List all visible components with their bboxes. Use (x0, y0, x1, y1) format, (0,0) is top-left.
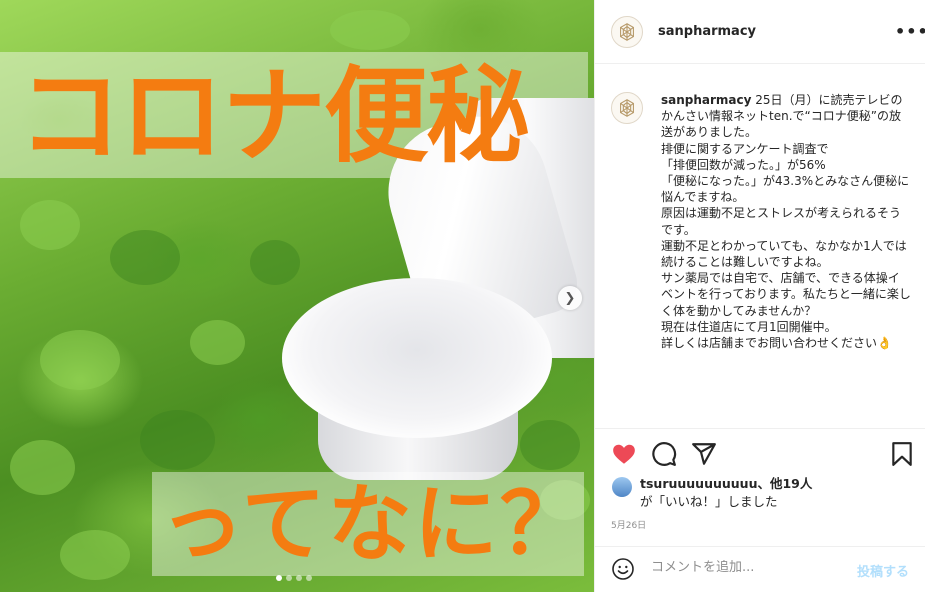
post-sidebar: sanpharmacy ••• sanpharmacy 25日（月）に読売テレビ… (594, 0, 925, 592)
likes-summary: tsuruuuuuuuuuu、他19人が「いいね！」しました (640, 475, 910, 511)
clover-leaf (60, 530, 130, 580)
liker-avatar[interactable] (612, 477, 632, 497)
clover-leaf (20, 200, 80, 250)
toilet-bowl (282, 278, 552, 438)
caption-username[interactable]: sanpharmacy (661, 93, 751, 107)
carousel-next-button[interactable]: ❯ (558, 286, 582, 310)
heart-icon[interactable] (611, 441, 637, 467)
likes-others[interactable]: 、他19人 (757, 476, 812, 491)
caption-text: sanpharmacy 25日（月）に読売テレビのかんさい情報ネットten.で“… (661, 92, 911, 351)
carousel-indicator (276, 575, 312, 581)
title-overlay-text: コロナ便秘 (18, 55, 530, 177)
clover-leaf (110, 230, 180, 285)
carousel-dot (296, 575, 302, 581)
subtitle-overlay-text: ってなに？ (160, 475, 586, 573)
bookmark-icon[interactable] (889, 441, 915, 467)
comment-input[interactable] (651, 560, 841, 575)
avatar[interactable] (611, 16, 643, 48)
clover-leaf (520, 420, 580, 470)
post-date[interactable]: 5月26日 (611, 518, 646, 531)
sanpharmacy-logo-icon (620, 23, 634, 41)
likes-suffix: が「いいね！」しました (640, 494, 778, 509)
liker-username[interactable]: tsuruuuuuuuuuu (640, 476, 757, 491)
clover-leaf (10, 440, 75, 495)
ellipsis-icon[interactable]: ••• (895, 22, 925, 41)
comment-icon[interactable] (651, 441, 677, 467)
avatar[interactable] (611, 92, 643, 124)
clover-leaf (190, 320, 245, 365)
header-username[interactable]: sanpharmacy (658, 24, 756, 39)
carousel-dot-active (276, 575, 282, 581)
post-comment-button[interactable]: 投稿する (857, 561, 909, 580)
clover-leaf (250, 240, 300, 285)
chevron-right-icon: ❯ (564, 290, 576, 306)
carousel-dot (286, 575, 292, 581)
post-header: sanpharmacy ••• (595, 0, 925, 64)
caption-body: 25日（月）に読売テレビのかんさい情報ネットten.で“コロナ便秘”の放送があり… (661, 93, 911, 351)
carousel-dot (306, 575, 312, 581)
sanpharmacy-logo-icon (620, 99, 634, 117)
send-icon[interactable] (691, 441, 717, 467)
action-bar (595, 428, 925, 478)
smiley-icon[interactable] (611, 557, 635, 581)
clover-leaf (330, 10, 410, 50)
post-image[interactable]: コロナ便秘 ってなに？ ❯ (0, 0, 594, 592)
clover-leaf (40, 330, 120, 390)
clover-leaf (140, 410, 215, 470)
comment-box: 投稿する (595, 546, 925, 592)
caption-area: sanpharmacy 25日（月）に読売テレビのかんさい情報ネットten.で“… (595, 80, 925, 428)
